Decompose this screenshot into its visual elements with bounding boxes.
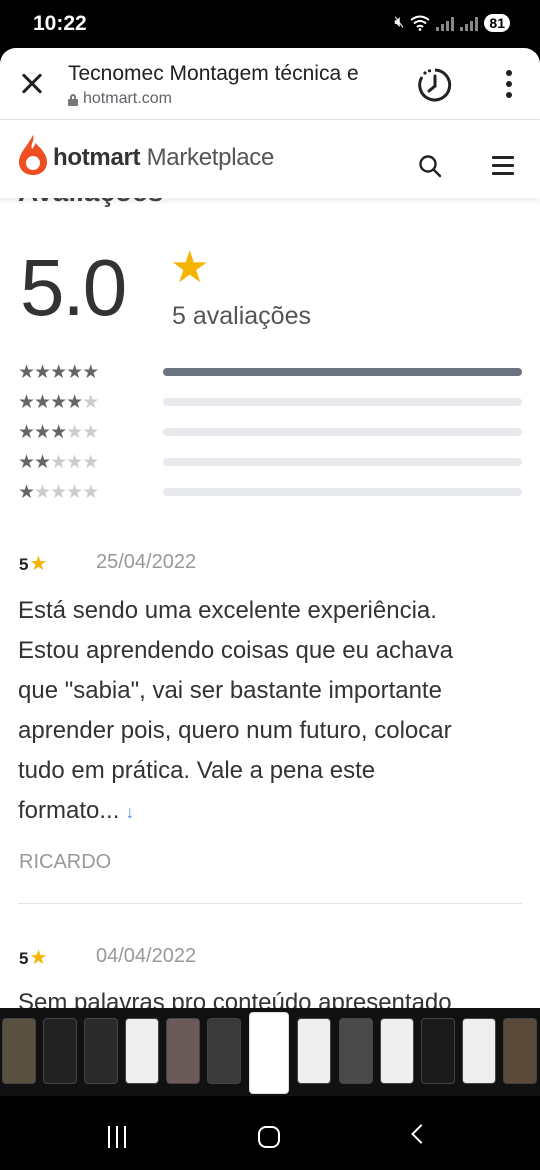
battery-indicator: 81 xyxy=(484,14,510,32)
distribution-bar xyxy=(163,458,522,466)
distribution-stars-icon: ★★★★★ xyxy=(18,392,99,413)
tab-thumbnail-active[interactable] xyxy=(249,1012,289,1094)
distribution-bar-fill xyxy=(163,368,522,376)
review-date: 04/04/2022 xyxy=(96,945,197,967)
url-text: hotmart.com xyxy=(83,90,172,107)
expand-review-icon[interactable]: ↓ xyxy=(125,802,134,822)
status-time: 10:22 xyxy=(33,12,87,35)
signal-icon xyxy=(436,15,455,31)
distribution-row-1: ★★★★★ xyxy=(18,481,522,503)
review-line: aprender pois, quero num futuro, colocar xyxy=(18,717,452,744)
review-rating-value: 5 xyxy=(19,555,29,574)
distribution-stars-icon: ★★★★★ xyxy=(18,362,99,383)
review-text: Está sendo uma excelente experiência. Es… xyxy=(18,591,518,832)
review-rating: 5★ xyxy=(19,945,47,970)
recents-icon[interactable] xyxy=(106,1126,130,1148)
wifi-icon xyxy=(410,15,431,31)
signal-2-icon xyxy=(460,15,479,31)
distribution-row-2: ★★★★★ xyxy=(18,451,522,473)
distribution-stars-icon: ★★★★★ xyxy=(18,482,99,503)
site-header: hotmart Marketplace xyxy=(0,120,540,198)
search-icon[interactable] xyxy=(418,154,442,178)
status-icons: 🔇︎ 81 xyxy=(394,14,510,32)
hotmart-flame-icon[interactable] xyxy=(18,134,48,176)
lock-icon xyxy=(68,93,78,106)
tab-thumbnail[interactable] xyxy=(297,1018,331,1084)
url-bar[interactable]: hotmart.com xyxy=(68,90,172,108)
distribution-bar xyxy=(163,398,522,406)
review-author: RICARDO xyxy=(19,851,112,873)
tab-thumbnail[interactable] xyxy=(43,1018,77,1084)
tab-thumbnail[interactable] xyxy=(421,1018,455,1084)
tab-thumbnail[interactable] xyxy=(462,1018,496,1084)
review-line: tudo em prática. Vale a pena este xyxy=(18,757,376,784)
review-divider xyxy=(18,903,522,904)
mute-icon: 🔇︎ xyxy=(394,14,405,31)
page-title: Tecnomec Montagem técnica e xyxy=(68,62,359,85)
distribution-bar xyxy=(163,368,522,376)
average-score: 5.0 xyxy=(20,243,127,332)
overflow-menu-icon[interactable] xyxy=(498,68,520,100)
timer-icon[interactable] xyxy=(416,66,454,104)
tab-thumbnail[interactable] xyxy=(380,1018,414,1084)
status-bar: 10:22 🔇︎ 81 xyxy=(0,0,540,48)
tab-thumbnail[interactable] xyxy=(503,1018,537,1084)
distribution-row-5: ★★★★★ xyxy=(18,361,522,383)
tab-thumbnail[interactable] xyxy=(2,1018,36,1084)
review-line: Estou aprendendo coisas que eu achava xyxy=(18,637,453,664)
distribution-bar xyxy=(163,428,522,436)
back-icon[interactable] xyxy=(411,1124,431,1144)
tab-thumbnail[interactable] xyxy=(207,1018,241,1084)
distribution-row-3: ★★★★★ xyxy=(18,421,522,443)
page-content: Avaliações 5.0 ★ 5 avaliações ★★★★★★★★★★… xyxy=(0,198,540,1008)
review-rating: 5★ xyxy=(19,551,47,576)
system-nav-bar xyxy=(0,1096,540,1170)
tab-thumbnail[interactable] xyxy=(166,1018,200,1084)
distribution-bar xyxy=(163,488,522,496)
review-line: formato... xyxy=(18,797,120,824)
review-star-icon: ★ xyxy=(29,553,48,575)
brand-logo[interactable]: hotmart Marketplace xyxy=(53,144,274,172)
tab-thumbnail[interactable] xyxy=(339,1018,373,1084)
home-icon[interactable] xyxy=(258,1126,280,1148)
review-line: que "sabia", vai ser bastante importante xyxy=(18,677,442,704)
menu-icon[interactable] xyxy=(492,156,516,176)
brand-rest: Marketplace xyxy=(146,144,275,171)
brand-bold: hotmart xyxy=(53,144,141,171)
distribution-row-4: ★★★★★ xyxy=(18,391,522,413)
distribution-stars-icon: ★★★★★ xyxy=(18,452,99,473)
review-text: Sem palavras pro conteúdo apresentado xyxy=(18,983,518,1008)
average-star-icon: ★ xyxy=(170,243,210,292)
section-title: Avaliações xyxy=(18,198,163,208)
review-line: Está sendo uma excelente experiência. xyxy=(18,597,437,624)
review-line: Sem palavras pro conteúdo apresentado xyxy=(18,989,452,1008)
tab-thumbnail[interactable] xyxy=(84,1018,118,1084)
review-rating-value: 5 xyxy=(19,949,29,968)
review-count: 5 avaliações xyxy=(172,302,311,330)
browser-toolbar: Tecnomec Montagem técnica e hotmart.com xyxy=(0,48,540,120)
tab-thumbnail[interactable] xyxy=(125,1018,159,1084)
distribution-stars-icon: ★★★★★ xyxy=(18,422,99,443)
tab-switcher-strip xyxy=(0,1008,540,1096)
review-star-icon: ★ xyxy=(29,947,48,969)
review-date: 25/04/2022 xyxy=(96,551,197,573)
review-line-last: formato... ↓ xyxy=(18,791,518,832)
close-tab-icon[interactable] xyxy=(14,66,50,102)
